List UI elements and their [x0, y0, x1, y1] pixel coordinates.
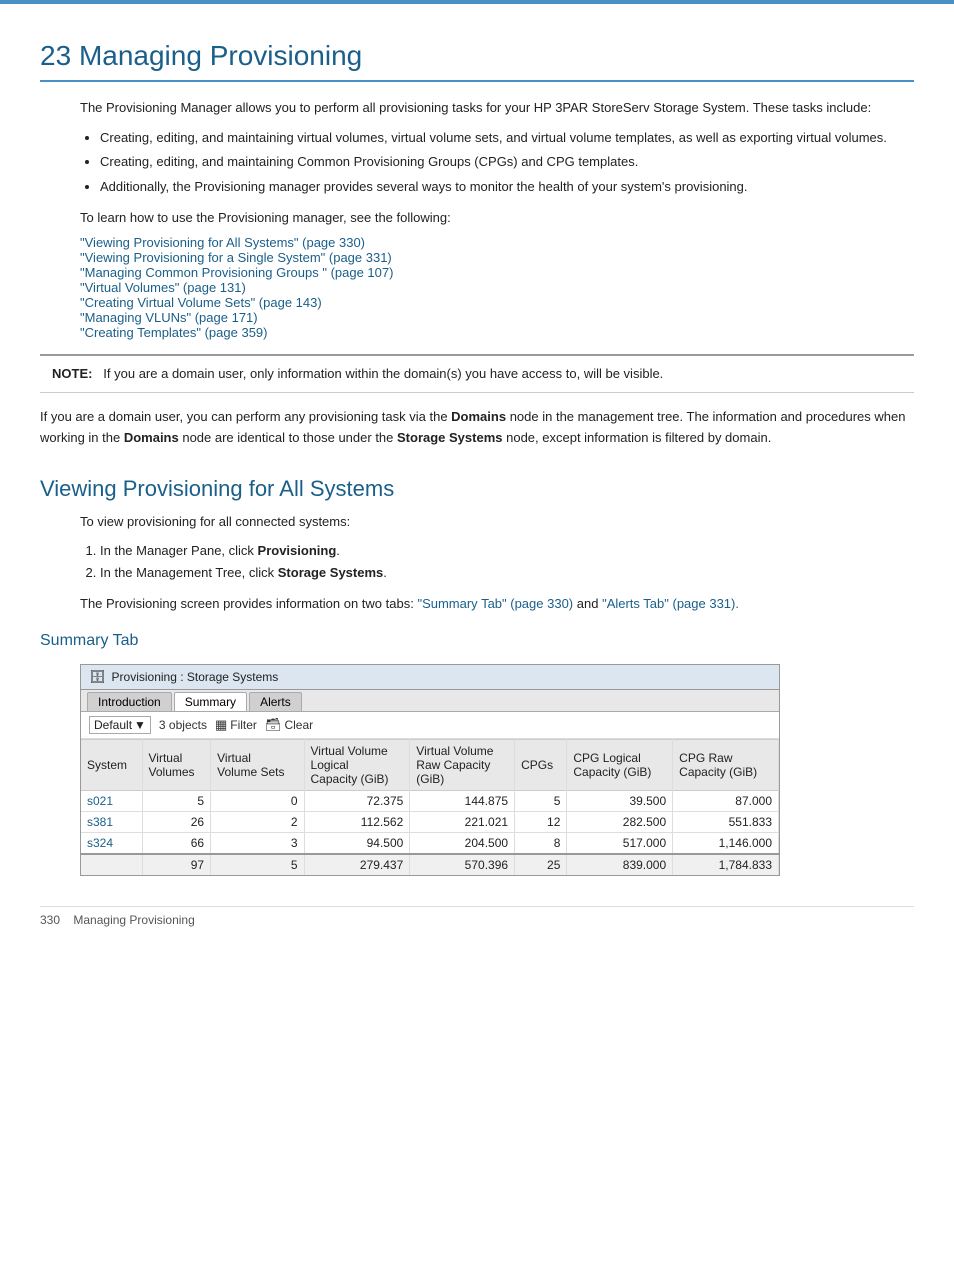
- filter-button[interactable]: ▦ Filter: [215, 717, 257, 733]
- cell-vv: 66: [142, 832, 211, 854]
- link-item[interactable]: "Managing Common Provisioning Groups " (…: [80, 265, 914, 280]
- col-vv-raw: Virtual VolumeRaw Capacity(GiB): [410, 739, 515, 790]
- link-item[interactable]: "Managing VLUNs" (page 171): [80, 310, 914, 325]
- cell-system: s021: [81, 790, 142, 811]
- cell-cpg-logical: 282.500: [567, 811, 673, 832]
- objects-count: 3 objects: [159, 718, 207, 732]
- cell-cpgs: 5: [515, 790, 567, 811]
- tab-introduction[interactable]: Introduction: [87, 692, 172, 711]
- footer-text: Managing Provisioning: [73, 913, 194, 927]
- cell-system: s381: [81, 811, 142, 832]
- cell-vv-logical: 72.375: [304, 790, 410, 811]
- links-list: "Viewing Provisioning for All Systems" (…: [80, 235, 914, 340]
- cell-cpg-raw: 87.000: [673, 790, 779, 811]
- link-item[interactable]: "Virtual Volumes" (page 131): [80, 280, 914, 295]
- total-cpgs: 25: [515, 854, 567, 875]
- intro-paragraph: The Provisioning Manager allows you to p…: [80, 98, 914, 118]
- page-number: 330: [40, 913, 60, 927]
- cell-cpg-logical: 517.000: [567, 832, 673, 854]
- list-item: Creating, editing, and maintaining virtu…: [100, 128, 914, 149]
- cell-vv-raw: 221.021: [410, 811, 515, 832]
- cell-vv-logical: 112.562: [304, 811, 410, 832]
- total-vv-logical: 279.437: [304, 854, 410, 875]
- cell-vvs: 2: [211, 811, 304, 832]
- dropdown-filter[interactable]: Default ▼: [89, 716, 151, 734]
- steps-list: In the Manager Pane, click Provisioning.…: [100, 540, 914, 584]
- cell-cpg-raw: 1,146.000: [673, 832, 779, 854]
- total-cpg-raw: 1,784.833: [673, 854, 779, 875]
- cell-cpgs: 8: [515, 832, 567, 854]
- link-item[interactable]: "Viewing Provisioning for All Systems" (…: [80, 235, 914, 250]
- section1-title: Viewing Provisioning for All Systems: [40, 476, 914, 502]
- totals-row: 97 5 279.437 570.396 25 839.000 1,784.83…: [81, 854, 779, 875]
- col-system: System: [81, 739, 142, 790]
- chapter-title: 23 Managing Provisioning: [40, 40, 914, 82]
- cell-system: s324: [81, 832, 142, 854]
- clear-button[interactable]: 🗃 Clear: [265, 717, 313, 733]
- window-icon: 🗄: [89, 669, 106, 685]
- table-row: s021 5 0 72.375 144.875 5 39.500 87.000: [81, 790, 779, 811]
- tab-summary[interactable]: Summary: [174, 692, 247, 711]
- link-item[interactable]: "Creating Virtual Volume Sets" (page 143…: [80, 295, 914, 310]
- note-label: NOTE:: [52, 366, 92, 381]
- bullet-list: Creating, editing, and maintaining virtu…: [100, 128, 914, 198]
- data-table: System VirtualVolumes VirtualVolume Sets…: [81, 739, 779, 875]
- screenshot-box: 🗄 Provisioning : Storage Systems Introdu…: [80, 664, 780, 876]
- table-row: s381 26 2 112.562 221.021 12 282.500 551…: [81, 811, 779, 832]
- link-item[interactable]: "Viewing Provisioning for a Single Syste…: [80, 250, 914, 265]
- col-cpgs: CPGs: [515, 739, 567, 790]
- cell-vv-logical: 94.500: [304, 832, 410, 854]
- page-footer: 330 Managing Provisioning: [40, 906, 914, 927]
- screenshot-title: Provisioning : Storage Systems: [112, 670, 279, 684]
- cell-vv-raw: 204.500: [410, 832, 515, 854]
- step-item: In the Manager Pane, click Provisioning.: [100, 540, 914, 562]
- filter-icon: ▦: [215, 717, 227, 733]
- cell-cpg-logical: 39.500: [567, 790, 673, 811]
- link-item[interactable]: "Creating Templates" (page 359): [80, 325, 914, 340]
- tab-alerts[interactable]: Alerts: [249, 692, 302, 711]
- subsection-title: Summary Tab: [40, 632, 914, 650]
- clear-icon: 🗃: [265, 717, 282, 733]
- cell-vvs: 3: [211, 832, 304, 854]
- col-cpg-raw: CPG RawCapacity (GiB): [673, 739, 779, 790]
- cell-vvs: 0: [211, 790, 304, 811]
- table-row: s324 66 3 94.500 204.500 8 517.000 1,146…: [81, 832, 779, 854]
- note-box: NOTE: If you are a domain user, only inf…: [40, 354, 914, 393]
- col-vv: VirtualVolumes: [142, 739, 211, 790]
- col-cpg-logical: CPG LogicalCapacity (GiB): [567, 739, 673, 790]
- alerts-tab-link[interactable]: "Alerts Tab" (page 331).: [602, 596, 739, 611]
- screenshot-titlebar: 🗄 Provisioning : Storage Systems: [81, 665, 779, 690]
- clear-label: Clear: [284, 718, 313, 732]
- col-vvs: VirtualVolume Sets: [211, 739, 304, 790]
- total-vv-raw: 570.396: [410, 854, 515, 875]
- total-vv: 97: [142, 854, 211, 875]
- cell-cpgs: 12: [515, 811, 567, 832]
- learn-text: To learn how to use the Provisioning man…: [80, 208, 914, 228]
- dropdown-value: Default: [94, 718, 132, 732]
- screenshot-toolbar: Default ▼ 3 objects ▦ Filter 🗃 Clear: [81, 712, 779, 739]
- domain-text: If you are a domain user, you can perfor…: [40, 407, 914, 449]
- cell-vv: 26: [142, 811, 211, 832]
- note-text: If you are a domain user, only informati…: [103, 366, 663, 381]
- dropdown-arrow-icon: ▼: [134, 718, 146, 732]
- screenshot-tabs: Introduction Summary Alerts: [81, 690, 779, 712]
- summary-tab-link[interactable]: "Summary Tab" (page 330): [417, 596, 573, 611]
- screen-text: The Provisioning screen provides informa…: [80, 594, 914, 614]
- list-item: Creating, editing, and maintaining Commo…: [100, 152, 914, 173]
- cell-cpg-raw: 551.833: [673, 811, 779, 832]
- col-vv-logical: Virtual VolumeLogicalCapacity (GiB): [304, 739, 410, 790]
- steps-intro: To view provisioning for all connected s…: [80, 512, 914, 532]
- list-item: Additionally, the Provisioning manager p…: [100, 177, 914, 198]
- total-label: [81, 854, 142, 875]
- step-item: In the Management Tree, click Storage Sy…: [100, 562, 914, 584]
- filter-label: Filter: [230, 718, 257, 732]
- total-cpg-logical: 839.000: [567, 854, 673, 875]
- cell-vv-raw: 144.875: [410, 790, 515, 811]
- cell-vv: 5: [142, 790, 211, 811]
- total-vvs: 5: [211, 854, 304, 875]
